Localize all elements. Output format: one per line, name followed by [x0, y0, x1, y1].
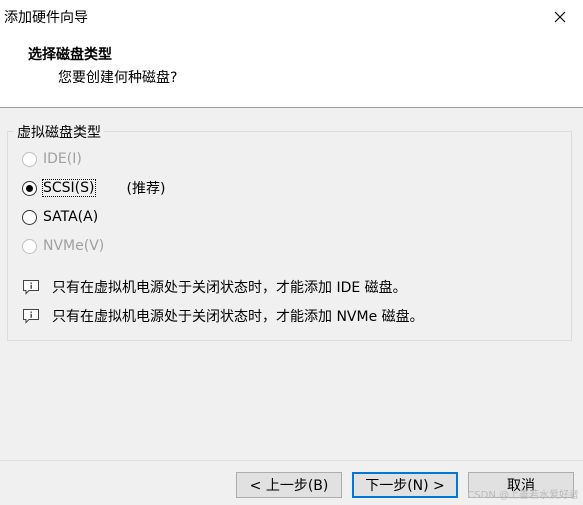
radio-button-nvme[interactable]	[22, 238, 37, 254]
info-icon	[23, 280, 39, 295]
back-button[interactable]: < 上一步(B)	[236, 472, 342, 498]
footer-divider	[0, 460, 583, 461]
next-button[interactable]: 下一步(N) >	[352, 472, 458, 498]
watermark: CSDN @上善若水爱好者	[467, 490, 579, 501]
info-message-ide: 只有在虚拟机电源处于关闭状态时，才能添加 IDE 磁盘。	[22, 277, 407, 297]
info-icon	[23, 309, 39, 324]
radio-label-nvme: NVMe(V)	[43, 238, 105, 254]
close-icon	[554, 11, 566, 23]
radio-option-ide[interactable]: IDE(I)	[22, 149, 82, 169]
info-message-text: 只有在虚拟机电源处于关闭状态时，才能添加 NVMe 磁盘。	[52, 309, 424, 325]
info-message-text: 只有在虚拟机电源处于关闭状态时，才能添加 IDE 磁盘。	[52, 280, 407, 296]
radio-button-ide[interactable]	[22, 151, 37, 167]
radio-option-nvme[interactable]: NVMe(V)	[22, 236, 104, 256]
radio-label-sata: SATA(A)	[43, 209, 99, 225]
page-subtitle: 您要创建何种磁盘?	[58, 70, 178, 86]
radio-selected-dot	[26, 184, 33, 192]
close-button[interactable]	[537, 0, 583, 34]
radio-label-ide: IDE(I)	[43, 151, 82, 167]
radio-option-scsi[interactable]: SCSI(S) (推荐)	[22, 178, 165, 198]
radio-label-scsi: SCSI(S)	[42, 179, 96, 197]
disk-type-group-label: 虚拟磁盘类型	[14, 122, 104, 142]
radio-option-sata[interactable]: SATA(A)	[22, 207, 98, 227]
window-title: 添加硬件向导	[4, 10, 88, 26]
info-message-nvme: 只有在虚拟机电源处于关闭状态时，才能添加 NVMe 磁盘。	[22, 306, 424, 326]
radio-button-scsi[interactable]	[22, 180, 37, 196]
title-bar: 添加硬件向导	[0, 0, 583, 34]
recommended-note: (推荐)	[126, 181, 166, 197]
page-title: 选择磁盘类型	[28, 47, 112, 63]
wizard-header: 选择磁盘类型 您要创建何种磁盘?	[0, 34, 583, 108]
radio-button-sata[interactable]	[22, 209, 37, 225]
